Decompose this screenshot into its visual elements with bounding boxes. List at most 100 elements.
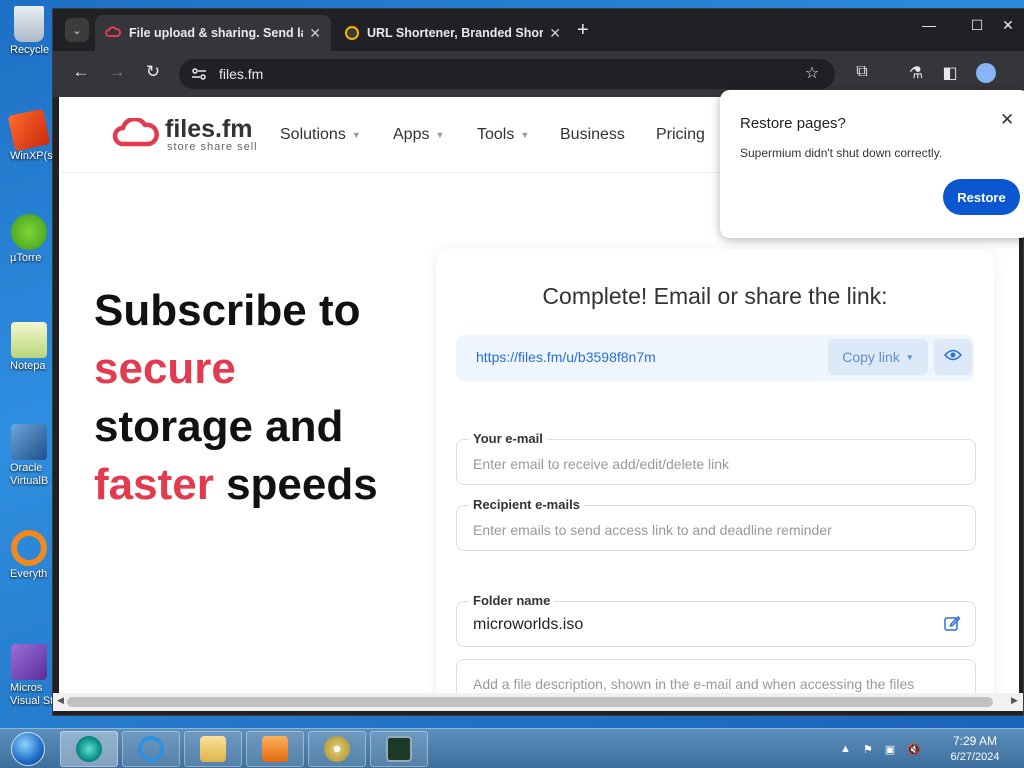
system-tray: ▲ ⚑ ▣ 🔇 [840,729,933,768]
side-panel-icon: ◧ [942,65,958,82]
recipient-emails-field[interactable]: Recipient e-mails Enter emails to send a… [456,497,976,551]
scroll-right-icon[interactable]: ▶ [1011,695,1018,706]
copy-link-button[interactable]: Copy link ▼ [828,339,928,375]
show-hidden-icons-icon[interactable]: ▲ [840,743,851,755]
horizontal-scrollbar[interactable]: ◀ ▶ [53,693,1023,711]
restore-dialog-message: Supermium didn't shut down correctly. [740,146,943,160]
desktop-icon-recycle-bin[interactable]: Recycle [4,6,54,56]
internet-explorer-icon [138,736,164,762]
profile-button[interactable] [975,63,997,88]
puzzle-icon: ⧉ [856,63,868,80]
address-text: files.fm [219,66,264,82]
start-button[interactable] [4,730,52,768]
recycle-bin-icon [14,6,44,42]
arrow-left-icon: ← [72,62,90,81]
tab-url-shortener[interactable]: URL Shortener, Branded Short ✕ [335,15,571,51]
share-link[interactable]: https://files.fm/u/b3598f8n7m [476,349,656,365]
extensions-button[interactable]: ⧉ [851,63,873,81]
desktop-icon-winxp[interactable]: WinXP(s [4,108,54,162]
action-center-flag-icon[interactable]: ⚑ [863,743,873,756]
card-title: Complete! Email or share the link: [542,283,888,309]
taskbar-app-task-manager[interactable] [370,731,428,767]
files-fm-favicon-icon [105,25,121,41]
url-shortener-favicon-icon [345,26,359,40]
nav-tools[interactable]: Tools ▼ [477,126,529,144]
disc-icon [324,736,350,762]
taskbar-app-internet-explorer[interactable] [122,731,180,767]
taskbar-app-browser[interactable] [60,731,118,767]
clock-date: 6/27/2024 [950,751,1000,763]
task-manager-icon [386,736,412,762]
new-tab-button[interactable]: + [577,19,589,42]
email-field[interactable]: Your e-mail Enter email to receive add/e… [456,431,976,485]
restore-button[interactable]: Restore [943,179,1020,215]
nav-business[interactable]: Business [560,126,625,144]
close-icon[interactable]: ✕ [309,25,321,42]
desktop-icon-virtualbox[interactable]: Oracle VirtualB [4,424,54,488]
utorrent-icon [11,214,47,250]
side-panel-button[interactable]: ◧ [939,63,961,83]
address-bar[interactable]: files.fm [179,59,835,89]
desktop-icon-visual-studio[interactable]: Micros Visual St [4,644,54,708]
winxp-icon [7,108,51,152]
taskbar-app-explorer[interactable] [184,731,242,767]
logo-tagline: store share sell [167,141,258,153]
arrow-right-icon: → [108,62,126,81]
media-player-icon [262,736,288,762]
caret-down-icon: ▼ [520,129,530,140]
caret-down-icon: ▼ [905,352,914,362]
volume-muted-icon[interactable]: 🔇 [907,743,921,756]
files-fm-logo-icon [111,116,159,152]
taskbar-clock[interactable]: 7:29 AM 6/27/2024 [940,733,1010,765]
taskbar-app-media-player[interactable] [246,731,304,767]
visual-studio-icon [11,644,47,680]
desktop-icon-notepad[interactable]: Notepa [4,322,54,372]
desktop-icon-everything[interactable]: Everyth [4,530,54,580]
preview-link-button[interactable] [934,339,972,375]
taskbar-app-disc[interactable] [308,731,366,767]
minimize-button[interactable]: — [909,17,949,33]
tab-files-fm[interactable]: File upload & sharing. Send lar ✕ [95,15,331,51]
site-logo[interactable]: files.fm store share sell [111,117,258,153]
network-icon[interactable]: ▣ [885,743,895,756]
nav-apps[interactable]: Apps ▼ [393,126,444,144]
desktop-icon-utorrent[interactable]: µTorre [4,214,54,264]
tab-search-button[interactable]: ⌄ [65,18,89,42]
maximize-button[interactable]: ☐ [957,17,997,34]
close-icon[interactable]: ✕ [1000,110,1014,130]
caret-down-icon: ▼ [351,129,361,140]
share-card: Complete! Email or share the link: https… [436,249,994,693]
virtualbox-icon [11,424,47,460]
bookmark-star-button[interactable]: ☆ [801,63,823,83]
site-info-icon[interactable] [191,67,207,81]
taskbar: ▲ ⚑ ▣ 🔇 7:29 AM 6/27/2024 [0,728,1024,768]
scrollbar-thumb[interactable] [67,697,993,707]
avatar-icon [976,63,996,83]
hero-heading: Subscribe to secure storage and faster s… [94,286,378,509]
eye-icon [943,348,963,366]
scroll-left-icon[interactable]: ◀ [57,695,64,706]
folder-name-field[interactable]: Folder name microworlds.iso [456,593,976,647]
restore-dialog-title: Restore pages? [740,115,846,132]
file-description-field[interactable]: Add a file description, shown in the e-m… [456,659,976,693]
clock-time: 7:29 AM [952,734,998,748]
minimize-icon: — [922,17,936,33]
nav-solutions[interactable]: Solutions ▼ [280,126,361,144]
restore-pages-dialog: Restore pages? Supermium didn't shut dow… [720,90,1024,238]
plus-icon: + [577,19,589,41]
chevron-down-icon: ⌄ [72,24,82,37]
labs-button[interactable]: ⚗ [905,63,927,83]
tab-strip: ⌄ File upload & sharing. Send lar ✕ URL … [53,9,1024,51]
close-icon[interactable]: ✕ [549,25,561,42]
reload-icon: ↻ [145,62,161,81]
folder-icon [200,736,226,762]
close-window-button[interactable]: ✕ [993,17,1023,34]
reload-button[interactable]: ↻ [141,62,165,82]
close-icon: ✕ [1002,17,1014,33]
notepad-icon [11,322,47,358]
nav-pricing[interactable]: Pricing [656,126,705,144]
forward-button[interactable]: → [105,62,129,82]
flask-icon: ⚗ [908,65,924,82]
edit-icon[interactable] [943,614,961,637]
back-button[interactable]: ← [69,62,93,82]
